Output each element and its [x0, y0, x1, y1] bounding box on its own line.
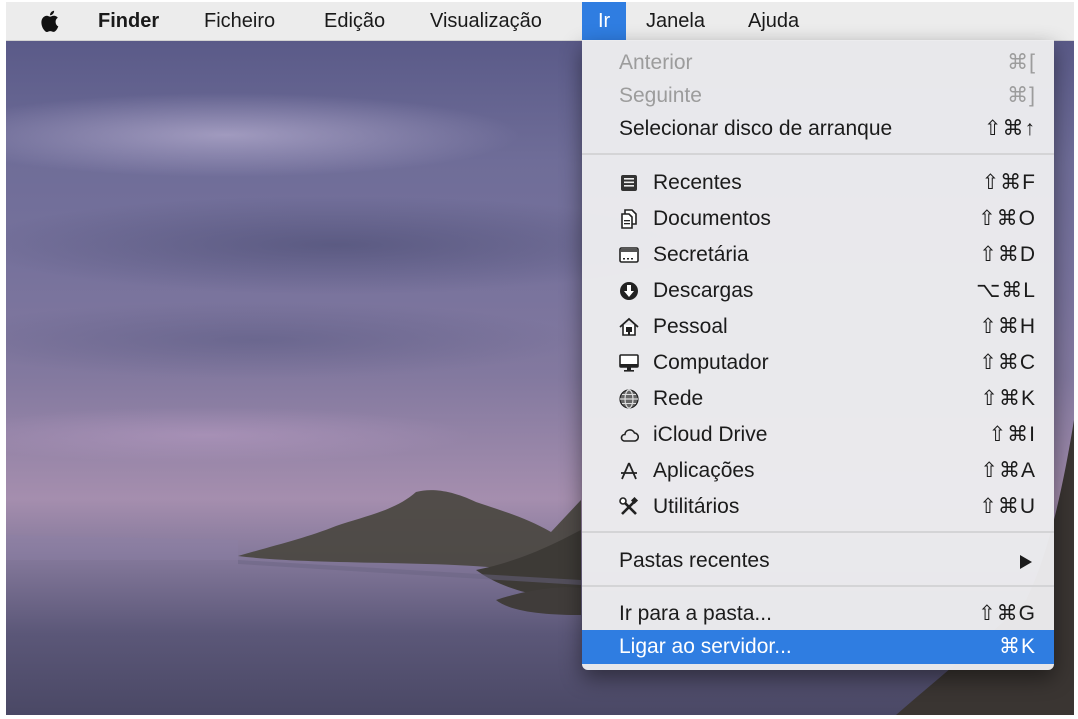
menu-item-back[interactable]: Anterior ⌘[ — [582, 46, 1054, 80]
menu-item-label: Aplicações — [653, 459, 755, 482]
menu-item-label: Ir para a pasta... — [619, 602, 772, 625]
menu-item-shortcut: ⇧⌘↑ — [983, 117, 1036, 140]
home-icon — [619, 317, 639, 336]
menu-item-startup-disk[interactable]: Selecionar disco de arranque ⇧⌘↑ — [582, 112, 1054, 146]
menu-item-shortcut: ⇧⌘U — [979, 495, 1036, 518]
menu-item-recent-folders[interactable]: Pastas recentes — [582, 544, 1054, 578]
menu-separator — [582, 585, 1054, 587]
menu-item-downloads[interactable]: Descargas ⌥⌘L — [582, 274, 1054, 308]
menu-item-computer[interactable]: Computador ⇧⌘C — [582, 346, 1054, 380]
apple-logo-icon — [41, 10, 59, 33]
menu-item-label: Secretária — [653, 243, 749, 266]
menu-item-label: Recentes — [653, 171, 742, 194]
menu-item-label: Pessoal — [653, 315, 728, 338]
menu-item-desktop[interactable]: Secretária ⇧⌘D — [582, 238, 1054, 272]
utilities-icon — [619, 497, 639, 515]
menu-item-recents[interactable]: Recentes ⇧⌘F — [582, 166, 1054, 200]
computer-icon — [619, 354, 639, 372]
menubar-item-go[interactable]: Ir — [582, 2, 626, 40]
menu-item-shortcut: ⇧⌘A — [980, 459, 1036, 482]
menu-item-shortcut: ⇧⌘H — [979, 315, 1036, 338]
menu-item-label: Computador — [653, 351, 769, 374]
documents-icon — [621, 209, 637, 229]
menu-item-shortcut: ⌘K — [998, 635, 1036, 658]
menu-item-label: Descargas — [653, 279, 754, 302]
menu-item-documents[interactable]: Documentos ⇧⌘O — [582, 202, 1054, 236]
go-menu-dropdown: Anterior ⌘[ Seguinte ⌘] Selecionar disco… — [582, 40, 1054, 670]
menu-item-shortcut: ⇧⌘D — [979, 243, 1036, 266]
menubar-item-window[interactable]: Janela — [646, 2, 705, 40]
menu-item-shortcut: ⇧⌘O — [978, 207, 1036, 230]
menu-item-shortcut: ⇧⌘G — [978, 602, 1036, 625]
menu-item-shortcut: ⌘] — [1007, 84, 1036, 107]
downloads-icon — [620, 282, 638, 300]
menubar-item-help[interactable]: Ajuda — [748, 2, 799, 40]
menu-item-label: Ligar ao servidor... — [619, 635, 792, 658]
menu-bar: Finder Ficheiro Edição Visualização Ir J… — [6, 2, 1074, 41]
apple-menu[interactable] — [40, 2, 66, 40]
network-icon — [619, 389, 639, 409]
menu-item-shortcut: ⇧⌘I — [988, 423, 1036, 446]
menu-item-utilities[interactable]: Utilitários ⇧⌘U — [582, 490, 1054, 524]
desktop-icon — [619, 247, 639, 263]
menu-item-label: Anterior — [619, 51, 693, 74]
menubar-item-go-label: Ir — [598, 10, 611, 32]
menubar-item-file[interactable]: Ficheiro — [204, 2, 275, 40]
menu-item-home[interactable]: Pessoal ⇧⌘H — [582, 310, 1054, 344]
submenu-arrow-icon — [1020, 555, 1032, 569]
icloud-icon — [620, 429, 639, 442]
menu-item-label: Utilitários — [653, 495, 740, 518]
applications-icon — [621, 462, 637, 480]
menu-item-label: Documentos — [653, 207, 771, 230]
menu-item-forward[interactable]: Seguinte ⌘] — [582, 79, 1054, 113]
menu-item-shortcut: ⇧⌘K — [980, 387, 1036, 410]
menu-separator — [582, 531, 1054, 533]
menu-item-label: Selecionar disco de arranque — [619, 117, 893, 140]
menubar-item-view[interactable]: Visualização — [430, 2, 542, 40]
menu-item-shortcut: ⌘[ — [1007, 51, 1036, 74]
menu-item-shortcut: ⌥⌘L — [976, 279, 1036, 302]
menu-item-label: Rede — [653, 387, 704, 410]
menu-separator — [582, 153, 1054, 155]
menu-item-shortcut: ⇧⌘F — [981, 171, 1036, 194]
menu-item-go-to-folder[interactable]: Ir para a pasta... ⇧⌘G — [582, 597, 1054, 631]
menu-item-label: Seguinte — [619, 84, 702, 107]
menu-item-label: Pastas recentes — [619, 549, 770, 572]
menu-item-icloud-drive[interactable]: iCloud Drive ⇧⌘I — [582, 418, 1054, 452]
recents-icon — [621, 175, 637, 191]
menubar-item-edit[interactable]: Edição — [324, 2, 385, 40]
menu-item-applications[interactable]: Aplicações ⇧⌘A — [582, 454, 1054, 488]
menu-item-shortcut: ⇧⌘C — [979, 351, 1036, 374]
menubar-app-name[interactable]: Finder — [98, 2, 159, 40]
menu-item-network[interactable]: Rede ⇧⌘K — [582, 382, 1054, 416]
menu-item-label: iCloud Drive — [653, 423, 768, 446]
menu-item-connect-to-server[interactable]: Ligar ao servidor... ⌘K — [582, 630, 1054, 664]
